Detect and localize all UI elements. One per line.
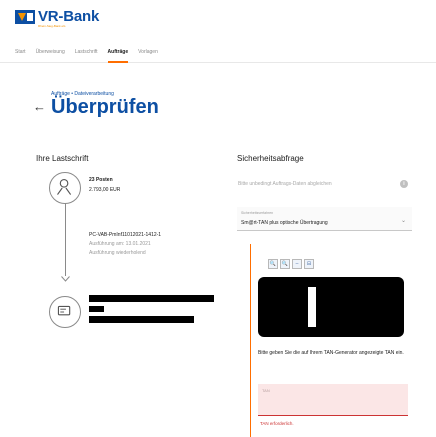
nav-vorlagen[interactable]: Vorlagen [138, 45, 158, 62]
flow-line [65, 203, 66, 276]
account-card-icon [49, 296, 81, 328]
execution-repeat: Ausführung wiederholend [89, 250, 146, 256]
tan-error-message: TAN erforderlich. [260, 421, 294, 426]
redacted-account-line-2 [89, 306, 104, 312]
redacted-account-line-1 [89, 295, 214, 302]
redacted-account-line-3 [89, 316, 194, 323]
nav-ueberweisung[interactable]: Überweisung [36, 45, 65, 62]
speed-slower-icon[interactable]: – [292, 259, 302, 269]
procedure-label: Sicherheitsverfahren [241, 211, 274, 215]
file-name: PC-VAB-PmInf11012021-1412-1 [89, 232, 162, 238]
zoom-out-icon[interactable]: 🔍 [280, 259, 290, 269]
bank-logo[interactable]: VR-Bank Rhein-Sieg-Bank eG [15, 8, 100, 28]
vr-logo-icon [15, 10, 35, 24]
execution-date: Ausführung am: 13.01.2021 [89, 241, 151, 247]
procedure-select[interactable]: Sicherheitsverfahren Sm@rt-TAN plus opti… [237, 207, 412, 231]
total-amount: 2.793,00 EUR [89, 187, 121, 193]
nav-start[interactable]: Start [15, 45, 26, 62]
nav-lastschrift[interactable]: Lastschrift [75, 45, 98, 62]
header: VR-Bank Rhein-Sieg-Bank eG [0, 0, 436, 40]
brand-subtitle: Rhein-Sieg-Bank eG [38, 24, 66, 28]
page-title: Überprüfen [51, 96, 159, 118]
nav-auftraege[interactable]: Aufträge [107, 45, 128, 63]
arrow-down-icon [61, 276, 70, 282]
posten-count: 23 Posten [89, 177, 113, 183]
lastschrift-title: Ihre Lastschrift [36, 154, 89, 163]
person-icon [49, 172, 81, 204]
back-arrow-icon[interactable]: ← [33, 100, 46, 114]
flicker-code-graphic [258, 277, 404, 337]
security-title: Sicherheitsabfrage [237, 154, 304, 163]
flicker-toolbar: 🔍 🔍 – ⊟ [268, 259, 314, 269]
tan-input[interactable]: TAN [258, 384, 408, 416]
security-subtitle: Bitte unbedingt Auftrags-Daten abgleiche… [238, 181, 332, 187]
chevron-down-icon: ⌄ [400, 218, 406, 224]
main-nav: Start Überweisung Lastschrift Aufträge V… [0, 45, 436, 63]
procedure-value: Sm@rt-TAN plus optische Übertragung [241, 220, 328, 226]
flicker-bar [308, 287, 316, 327]
zoom-in-icon[interactable]: 🔍 [268, 259, 278, 269]
speed-faster-icon[interactable]: ⊟ [304, 259, 314, 269]
tan-instruction: Bitte geben Sie die auf Ihrem TAN-Genera… [258, 350, 404, 356]
brand-name: VR-Bank [38, 8, 100, 25]
info-icon[interactable]: i [400, 180, 408, 188]
